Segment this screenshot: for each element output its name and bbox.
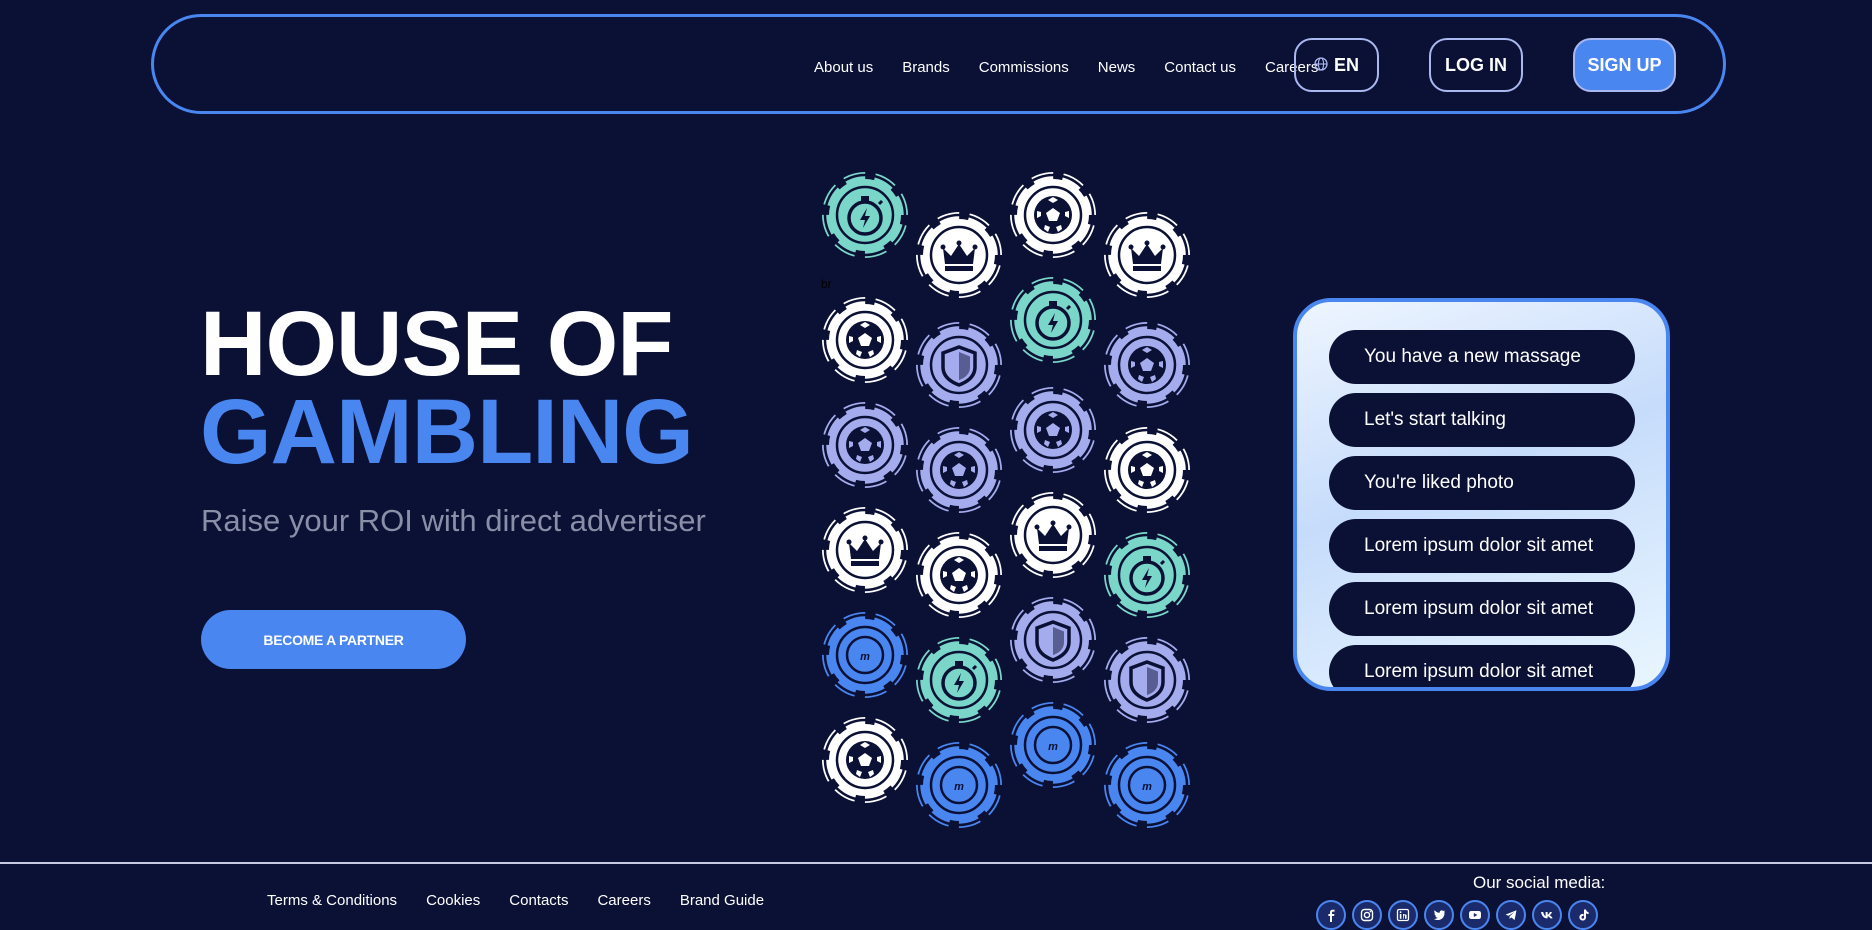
chip-soccer-ball-icon	[1102, 320, 1192, 410]
nav-commissions[interactable]: Commissions	[979, 59, 1069, 76]
chip-brand-logo-icon: m	[820, 610, 910, 700]
signup-button[interactable]: SIGN UP	[1573, 38, 1676, 92]
globe-icon	[1314, 55, 1328, 76]
nav-news[interactable]: News	[1098, 59, 1136, 76]
svg-text:m: m	[1048, 741, 1058, 753]
chip-crown-icon	[914, 210, 1004, 300]
chip-soccer-ball-icon	[1102, 425, 1192, 515]
vk-icon[interactable]	[1532, 900, 1562, 930]
svg-text:m: m	[860, 651, 870, 663]
chip-soccer-ball-icon	[820, 295, 910, 385]
chip-soccer-ball-icon	[914, 425, 1004, 515]
hero-title-line1: HOUSE OF	[200, 293, 673, 395]
language-label: EN	[1333, 54, 1359, 75]
footer-brand-guide-link[interactable]: Brand Guide	[680, 892, 764, 909]
chip-soccer-ball-icon	[1008, 170, 1098, 260]
youtube-icon[interactable]	[1460, 900, 1490, 930]
hero-subtitle: Raise your ROI with direct advertiser	[201, 503, 706, 538]
message-item[interactable]: You're liked photo	[1329, 456, 1635, 510]
main-nav: About us Brands Commissions News Contact…	[814, 59, 1318, 76]
footer-cookies-link[interactable]: Cookies	[426, 892, 480, 909]
linkedin-icon[interactable]	[1388, 900, 1418, 930]
footer-links: Terms & Conditions Cookies Contacts Care…	[267, 892, 764, 909]
social-title: Our social media:	[1473, 873, 1606, 892]
chip-shield-icon	[1008, 595, 1098, 685]
footer-divider	[0, 862, 1872, 864]
message-item[interactable]: Lorem ipsum dolor sit amet	[1329, 645, 1635, 687]
chip-soccer-ball-icon	[820, 715, 910, 805]
chip-soccer-ball-icon	[914, 530, 1004, 620]
footer-careers-link[interactable]: Careers	[597, 892, 650, 909]
telegram-icon[interactable]	[1496, 900, 1526, 930]
chip-crown-icon	[1008, 490, 1098, 580]
chip-stopwatch-icon	[1008, 275, 1098, 365]
svg-text:m: m	[954, 781, 964, 793]
login-button[interactable]: LOG IN	[1429, 38, 1523, 92]
chip-soccer-ball-icon	[820, 400, 910, 490]
facebook-icon[interactable]	[1316, 900, 1346, 930]
social-links	[1316, 900, 1598, 930]
message-item[interactable]: Let's start talking	[1329, 393, 1635, 447]
chip-crown-icon	[820, 505, 910, 595]
message-item[interactable]: Lorem ipsum dolor sit amet	[1329, 582, 1635, 636]
chip-stopwatch-icon	[1102, 530, 1192, 620]
message-item[interactable]: Lorem ipsum dolor sit amet	[1329, 519, 1635, 573]
chip-stopwatch-icon	[914, 635, 1004, 725]
nav-brands[interactable]: Brands	[902, 59, 950, 76]
footer-contacts-link[interactable]: Contacts	[509, 892, 568, 909]
become-partner-button[interactable]: Become a partner	[201, 610, 466, 669]
chip-grid: m m m m	[820, 170, 1200, 830]
chip-brand-logo-icon: m	[1008, 700, 1098, 790]
hero-title: HOUSE OF GAMBLING	[200, 293, 694, 483]
message-item[interactable]: You have a new massage	[1329, 330, 1635, 384]
nav-contact-us[interactable]: Contact us	[1164, 59, 1236, 76]
chip-soccer-ball-icon	[1008, 385, 1098, 475]
notification-panel: You have a new massage Let's start talki…	[1293, 298, 1670, 691]
footer-terms-link[interactable]: Terms & Conditions	[267, 892, 397, 909]
twitter-icon[interactable]	[1424, 900, 1454, 930]
chip-brand-logo-icon: m	[914, 740, 1004, 830]
hero-title-line2: GAMBLING	[200, 381, 694, 483]
tiktok-icon[interactable]	[1568, 900, 1598, 930]
nav-about-us[interactable]: About us	[814, 59, 873, 76]
chip-shield-icon	[914, 320, 1004, 410]
chip-crown-icon	[1102, 210, 1192, 300]
chip-brand-logo-icon: m	[1102, 740, 1192, 830]
instagram-icon[interactable]	[1352, 900, 1382, 930]
svg-text:m: m	[1142, 781, 1152, 793]
language-selector[interactable]: EN	[1294, 38, 1379, 92]
chip-stopwatch-icon	[820, 170, 910, 260]
chip-shield-icon	[1102, 635, 1192, 725]
